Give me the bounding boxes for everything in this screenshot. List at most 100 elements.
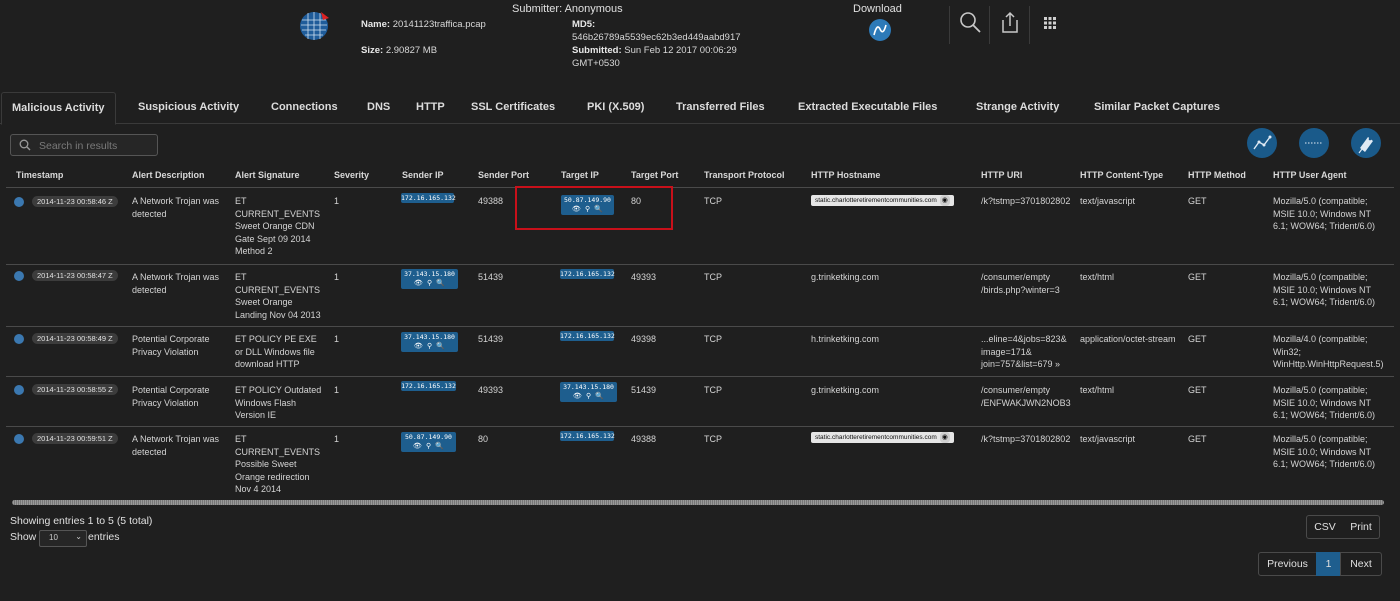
target-ip-badge[interactable]: 172.16.165.132 [560,331,615,341]
tab-dns[interactable]: DNS [367,92,390,122]
target-ip-badge[interactable]: 172.16.165.132 [560,269,615,279]
col-sender-ip[interactable]: Sender IP [402,170,444,184]
timeline-icon[interactable] [1299,128,1329,158]
graph-icon[interactable] [1247,128,1277,158]
http-hostname: h.trinketking.com [811,334,880,344]
globe-icon[interactable] [14,271,24,281]
target-ip: 37.143.15.180 [563,383,614,391]
previous-button[interactable]: Previous [1258,552,1317,576]
http-uri: /k?tstmp=3701802802 [981,196,1071,206]
tab-malicious-activity[interactable]: Malicious Activity [1,92,116,125]
ip-actions-icon[interactable]: 👁 ⚲ 🔍 [401,442,456,452]
http-uri[interactable]: ...eline=4&jobs=823& image=171& join=757… [981,333,1067,371]
eye-icon[interactable]: ◉ [939,432,950,443]
alert-description: Potential Corporate Privacy Violation [132,385,210,408]
print-button[interactable]: Print [1343,515,1380,539]
col-http-hostname[interactable]: HTTP Hostname [811,170,880,184]
col-timestamp[interactable]: Timestamp [16,170,63,184]
page-size-value: 10 [49,533,58,542]
tab-extracted-executable-files[interactable]: Extracted Executable Files [798,92,937,122]
ip-actions-icon[interactable]: 👁 ⚲ 🔍 [560,392,617,402]
tab-connections[interactable]: Connections [271,92,338,122]
showing-entries-text: Showing entries 1 to 5 (5 total) [10,515,153,527]
http-user-agent: Mozilla/5.0 (compatible; MSIE 10.0; Wind… [1273,272,1376,308]
globe-icon[interactable] [14,385,24,395]
alert-description: Potential Corporate Privacy Violation [132,334,210,357]
target-ip-badge[interactable]: 172.16.165.132 [560,431,615,441]
submitted-date: Submitted: Sun Feb 12 2017 00:06:29 [572,45,737,56]
ip-actions-icon[interactable]: 👁 ⚲ 🔍 [401,342,458,352]
target-port: 49388 [631,434,657,444]
search-icon[interactable] [958,10,982,36]
ip-actions-icon[interactable]: 👁 ⚲ 🔍 [401,279,458,289]
http-hostname: static.charlotteretirementcommunities.co… [815,434,937,441]
sender-ip-badge[interactable]: 172.16.165.132 [401,381,456,391]
sender-port: 80 [478,434,489,444]
md5-value: 546b26789a5539ec62b3ed449aabd917 [572,32,741,43]
http-hostname: g.trinketking.com [811,385,880,395]
chevron-down-icon: ⌄ [75,532,82,541]
row-divider [6,426,1394,427]
tag-icon[interactable] [1351,128,1381,158]
alert-description: A Network Trojan was detected [132,196,220,219]
sender-ip-badge[interactable]: 172.16.165.132 [401,193,456,203]
apps-grid-icon[interactable] [1038,10,1062,36]
top-bar: Name: 20141123traffica.pcap Size: 2.9082… [0,0,1400,90]
transport-protocol: TCP [704,385,722,395]
col-http-uri[interactable]: HTTP URI [981,170,1022,184]
col-severity[interactable]: Severity [334,170,369,184]
share-icon[interactable] [998,10,1022,36]
severity: 1 [334,385,340,395]
download-wireshark-icon[interactable] [869,19,891,41]
http-user-agent: Mozilla/5.0 (compatible; MSIE 10.0; Wind… [1273,196,1376,232]
sender-ip: 172.16.165.132 [401,382,456,390]
target-ip-badge[interactable]: 37.143.15.180 👁 ⚲ 🔍 [560,382,617,402]
tab-similar-packet-captures[interactable]: Similar Packet Captures [1094,92,1220,122]
divider [949,6,950,44]
hostname-badge[interactable]: static.charlotteretirementcommunities.co… [811,432,954,443]
tab-ssl-certificates[interactable]: SSL Certificates [471,92,555,122]
globe-icon[interactable] [14,334,24,344]
target-ip-highlight-box [515,186,673,230]
col-alert-signature[interactable]: Alert Signature [235,170,300,184]
tab-pki[interactable]: PKI (X.509) [587,92,644,122]
page-size-select[interactable]: 10 ⌄ [39,530,87,547]
tab-suspicious-activity[interactable]: Suspicious Activity [138,92,239,122]
http-method: GET [1188,196,1207,206]
tab-transferred-files[interactable]: Transferred Files [676,92,765,122]
col-alert-description[interactable]: Alert Description [132,170,205,184]
divider [989,6,990,44]
alert-description: A Network Trojan was detected [132,272,220,295]
tab-strange-activity[interactable]: Strange Activity [976,92,1059,122]
sender-ip: 37.143.15.180 [404,270,455,278]
col-sender-port[interactable]: Sender Port [478,170,529,184]
tab-http[interactable]: HTTP [416,92,445,122]
next-button[interactable]: Next [1340,552,1382,576]
col-target-port[interactable]: Target Port [631,170,678,184]
page-1-button[interactable]: 1 [1316,552,1341,576]
globe-icon[interactable] [14,197,24,207]
search-input[interactable] [37,137,156,155]
http-content-type: text/javascript [1080,434,1136,444]
http-content-type: text/html [1080,385,1115,395]
col-http-content-type[interactable]: HTTP Content-Type [1080,170,1163,184]
csv-button[interactable]: CSV [1306,515,1344,539]
col-http-user-agent[interactable]: HTTP User Agent [1273,170,1347,184]
sender-ip-badge[interactable]: 50.87.149.90 👁 ⚲ 🔍 [401,432,456,452]
sender-ip: 37.143.15.180 [404,333,455,341]
http-content-type: text/html [1080,272,1115,282]
col-transport-protocol[interactable]: Transport Protocol [704,170,785,184]
col-target-ip[interactable]: Target IP [561,170,599,184]
hostname-badge[interactable]: static.charlotteretirementcommunities.co… [811,195,954,206]
severity: 1 [334,334,340,344]
eye-icon[interactable]: ◉ [939,195,950,206]
sender-ip: 50.87.149.90 [405,433,452,441]
sender-port: 51439 [478,272,504,282]
pcap-size: Size: 2.90827 MB [361,45,438,56]
globe-icon[interactable] [14,434,24,444]
sender-ip-badge[interactable]: 37.143.15.180 👁 ⚲ 🔍 [401,332,458,352]
alert-signature: ET CURRENT_EVENTS Sweet Orange CDN Gate … [235,196,321,257]
horizontal-scrollbar[interactable] [12,500,1384,505]
sender-ip-badge[interactable]: 37.143.15.180 👁 ⚲ 🔍 [401,269,458,289]
col-http-method[interactable]: HTTP Method [1188,170,1246,184]
